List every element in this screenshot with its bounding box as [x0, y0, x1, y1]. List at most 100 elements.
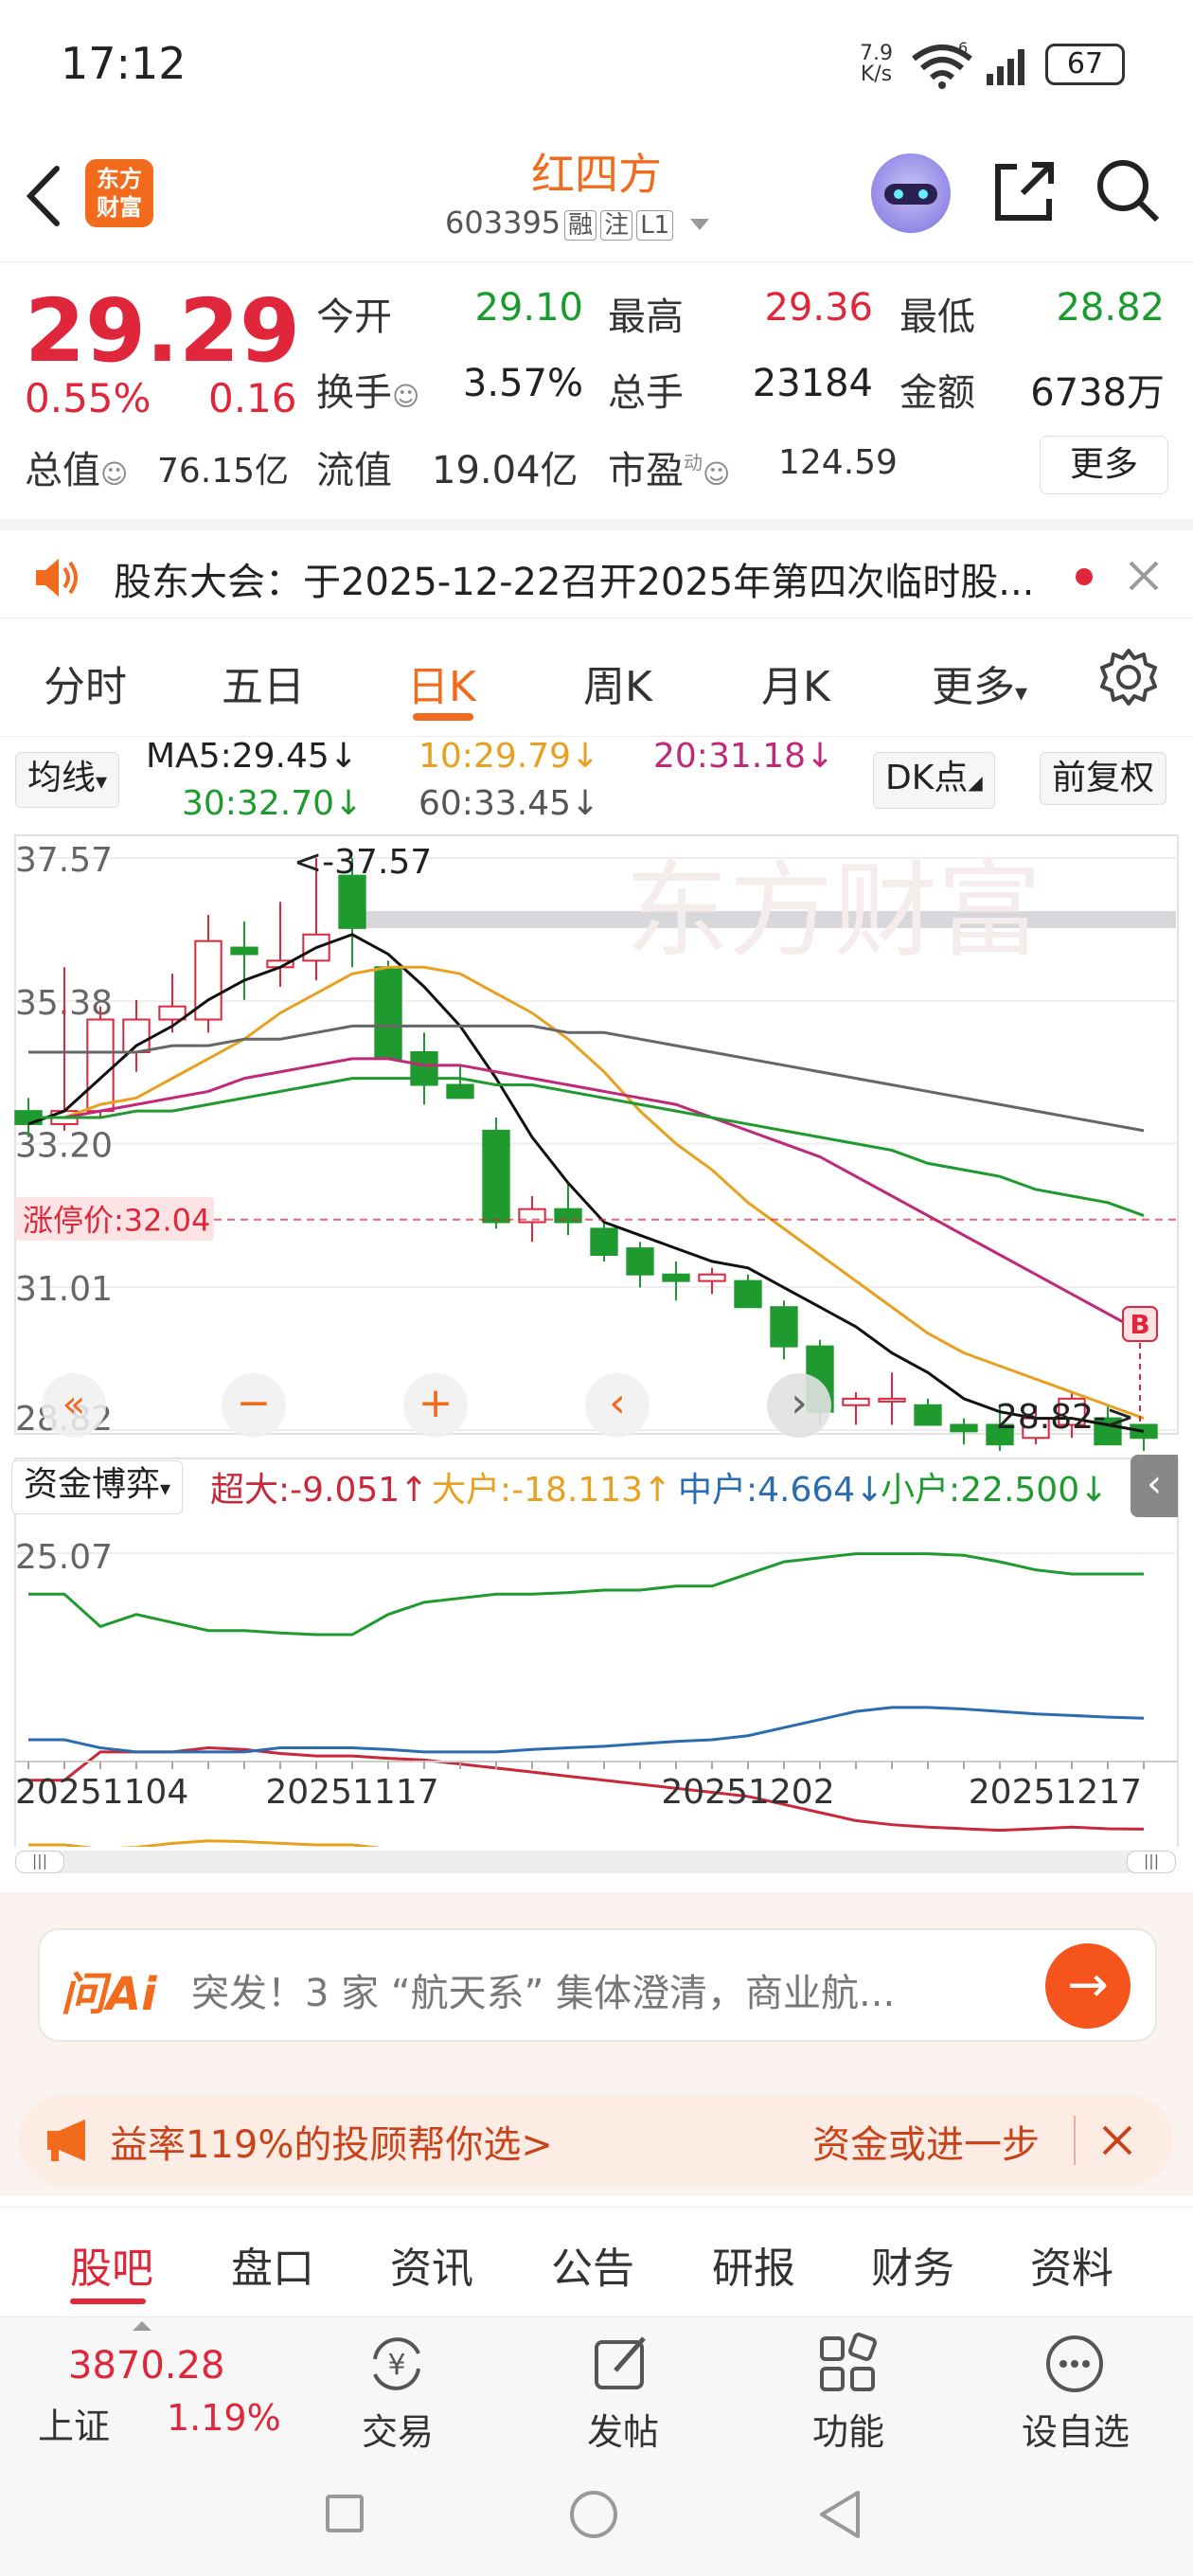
candle-body [662, 1273, 690, 1282]
moving-average-lines [27, 933, 1145, 1433]
tab-news[interactable]: 资讯 [390, 2234, 473, 2295]
post-edit-icon[interactable] [589, 2331, 655, 2397]
announcement-bar[interactable]: 股东大会：于2025-12-22召开2025年第四次临时股... [0, 519, 1193, 617]
ai-search-box[interactable]: 问Ai 突发！3 家 “航天系” 集体澄清，商业航... → [38, 1928, 1157, 2042]
tab-weekly-k[interactable]: 周K [583, 653, 652, 713]
more-options-icon[interactable] [1042, 2331, 1108, 2397]
trade-label[interactable]: 交易 [331, 2403, 464, 2455]
info-icon: ☺ [100, 458, 129, 490]
announcement-text[interactable]: 股东大会：于2025-12-22召开2025年第四次临时股... [114, 551, 1034, 606]
recent-apps-icon[interactable] [326, 2495, 364, 2532]
promo-text-right[interactable]: 资金或进一步 [812, 2114, 1040, 2169]
super-large-flow: 超大:-9.051↑ [210, 1471, 429, 1510]
dropdown-caret-icon[interactable] [690, 219, 710, 230]
promo-banner[interactable]: 益率119%的投顾帮你选> 资金或进一步 [19, 2095, 1172, 2186]
trade-yen-icon[interactable]: ¥ [364, 2331, 430, 2397]
arrow-right-icon[interactable]: → [1045, 1943, 1131, 2029]
post-label[interactable]: 发帖 [557, 2403, 689, 2455]
close-icon[interactable] [1100, 2123, 1134, 2157]
candle-body [410, 1051, 438, 1086]
share-icon[interactable] [990, 157, 1059, 225]
scroll-handle-right[interactable]: ||| [1127, 1851, 1176, 1873]
tab-announcements[interactable]: 公告 [551, 2234, 634, 2295]
tab-profile[interactable]: 资料 [1030, 2234, 1113, 2295]
mktcap-label: 总值☺ [25, 449, 129, 492]
ma-line-10 [28, 965, 1145, 1420]
medium-flow: 中户:4.664↓ [678, 1471, 884, 1510]
stock-code-row: 603395 融注 L1 [445, 205, 710, 241]
tab-guba[interactable]: 股吧 [70, 2234, 153, 2295]
float-value: 19.04亿 [432, 449, 579, 492]
x-date-label: 20251217 [969, 1773, 1142, 1812]
home-icon[interactable] [570, 2491, 617, 2538]
next-icon[interactable]: › [767, 1373, 831, 1438]
candle-body [626, 1247, 654, 1276]
fund-flow-line [28, 1706, 1145, 1754]
margin-tag: 融 [564, 210, 597, 241]
large-flow: 大户:-18.113↑ [432, 1471, 672, 1510]
rewind-icon[interactable]: « [42, 1373, 106, 1438]
fund-flow-selector[interactable]: 资金博弈▾ [11, 1460, 184, 1514]
ai-headline[interactable]: 突发！3 家 “航天系” 集体澄清，商业航... [191, 1962, 895, 2017]
close-icon[interactable] [1127, 559, 1161, 593]
system-navigation-bar [0, 2453, 1193, 2576]
tab-monthly-k[interactable]: 月K [761, 653, 830, 713]
zoom-in-icon[interactable]: + [403, 1373, 468, 1438]
collapse-panel-icon[interactable]: ‹ [1131, 1455, 1178, 1517]
x-date-label: 20251117 [265, 1773, 438, 1812]
promo-text-left[interactable]: 益率119%的投顾帮你选> [110, 2114, 553, 2169]
divider [1074, 2116, 1076, 2165]
active-tab-indicator [70, 2299, 146, 2304]
tab-research[interactable]: 研报 [712, 2234, 795, 2295]
tab-five-day[interactable]: 五日 [222, 653, 305, 713]
ma30-value: 30:32.70↓ [182, 784, 364, 823]
more-button[interactable]: 更多 [1040, 436, 1168, 494]
tab-daily-k[interactable]: 日K [407, 653, 476, 713]
chart-scrollbar[interactable]: ||| ||| [15, 1851, 1176, 1873]
tab-order-book[interactable]: 盘口 [231, 2234, 314, 2295]
kline-chart[interactable]: 东方财富 37.5735.3833.2031.0128.82 涨停价:32.04… [0, 824, 1193, 1847]
pe-value: 124.59 [778, 443, 898, 482]
ai-assistant-avatar-icon[interactable] [871, 153, 951, 233]
fund-flow-line [28, 1839, 382, 1847]
open-value: 29.10 [474, 286, 583, 330]
functions-label[interactable]: 功能 [782, 2403, 915, 2455]
adjust-price-button[interactable]: 前复权 [1040, 752, 1167, 805]
search-icon[interactable] [1095, 157, 1163, 225]
settings-gear-icon[interactable] [1098, 647, 1159, 707]
candle-body [770, 1306, 798, 1348]
functions-grid-icon[interactable] [814, 2331, 881, 2397]
change-amount: 0.16 [208, 375, 297, 421]
index-value[interactable]: 3870.28 [68, 2344, 224, 2388]
previous-icon[interactable]: ‹ [585, 1373, 650, 1438]
small-flow: 小户:22.500↓ [881, 1471, 1109, 1510]
unread-dot [1076, 568, 1093, 585]
candle-body [230, 946, 258, 956]
back-triangle-icon[interactable] [816, 2489, 864, 2540]
watermark: 东方财富 [625, 850, 1042, 972]
indicator-selector[interactable]: 均线▾ [15, 752, 120, 808]
expand-caret-icon[interactable] [133, 2321, 151, 2331]
battery-icon: 67 [1045, 44, 1125, 85]
add-watchlist-label[interactable]: 设自选 [1009, 2403, 1142, 2455]
clock: 17:12 [61, 38, 187, 89]
zoom-out-icon[interactable]: − [222, 1373, 286, 1438]
tab-intraday[interactable]: 分时 [44, 653, 127, 713]
kline-y-axis: 37.5735.3833.2031.0128.82 [15, 841, 113, 1439]
mktcap-value: 76.15亿 [157, 452, 290, 491]
y-tick-label: 33.20 [15, 1127, 113, 1166]
x-axis-dates: 20251104 20251117 20251202 20251217 [15, 1761, 1178, 1812]
candle-body [482, 1129, 510, 1224]
speaker-icon [36, 559, 78, 597]
candle-body [158, 1005, 187, 1021]
ma5-value: MA5:29.45↓ [146, 737, 358, 776]
status-bar: 17:12 7.9 K/s 6 67 [0, 0, 1193, 133]
candle-body [698, 1273, 726, 1282]
tab-financials[interactable]: 财务 [871, 2234, 954, 2295]
dk-point-button[interactable]: DK点◢ [873, 752, 995, 809]
scroll-handle-left[interactable]: ||| [15, 1851, 64, 1873]
level1-tag: L1 [636, 210, 674, 241]
tab-more[interactable]: 更多▾ [932, 653, 1027, 713]
registration-tag: 注 [600, 210, 633, 241]
stock-code: 603395 [445, 205, 561, 241]
